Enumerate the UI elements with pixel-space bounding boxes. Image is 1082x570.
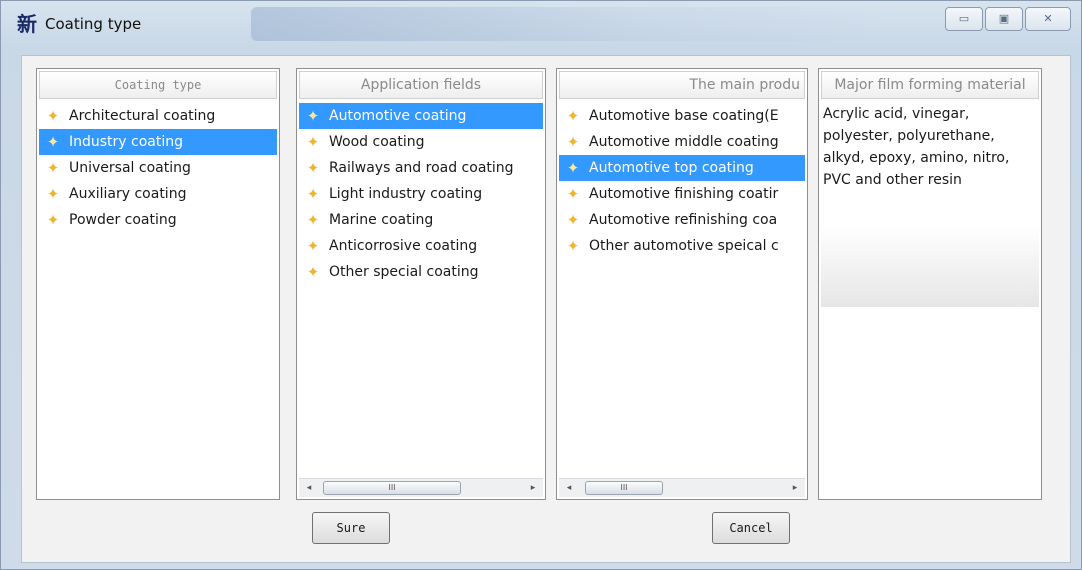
list-item-label: Anticorrosive coating — [329, 238, 478, 254]
list-item[interactable]: ✦ Marine coating — [299, 207, 543, 233]
star-icon: ✦ — [46, 185, 60, 203]
film-material-header[interactable]: Major film forming material — [821, 71, 1039, 99]
application-fields-panel: Application fields ✦ Automotive coating ✦… — [296, 68, 546, 500]
list-item[interactable]: ✦ Wood coating — [299, 129, 543, 155]
star-icon: ✦ — [566, 237, 580, 255]
star-icon: ✦ — [566, 107, 580, 125]
application-fields-list: ✦ Automotive coating ✦ Wood coating ✦ Railw… — [299, 103, 543, 285]
list-item-label: Automotive top coating — [589, 160, 754, 176]
list-item[interactable]: ✦ Railways and road coating — [299, 155, 543, 181]
title-bar-background — [251, 7, 901, 41]
dialog-body: Coating type ✦ Architectural coating ✦ Ind… — [21, 55, 1071, 563]
list-item-selected[interactable]: ✦ Industry coating — [39, 129, 277, 155]
horizontal-scrollbar[interactable]: ◂ III ▸ — [559, 478, 805, 497]
star-icon: ✦ — [306, 185, 320, 203]
star-icon: ✦ — [566, 211, 580, 229]
scroll-right-icon[interactable]: ▸ — [525, 479, 541, 497]
star-icon: ✦ — [306, 133, 320, 151]
list-item-label: Other special coating — [329, 264, 479, 280]
coating-type-header[interactable]: Coating type — [39, 71, 277, 99]
main-products-panel: The main produ ✦ Automotive base coating(… — [556, 68, 808, 500]
list-item-selected[interactable]: ✦ Automotive coating — [299, 103, 543, 129]
list-item-label: Automotive coating — [329, 108, 467, 124]
horizontal-scrollbar[interactable]: ◂ III ▸ — [299, 478, 543, 497]
star-icon: ✦ — [306, 211, 320, 229]
list-item-label: Marine coating — [329, 212, 434, 228]
coating-type-window: 新 Coating type ▭ ▣ ✕ Coating type ✦ Archi… — [0, 0, 1082, 570]
list-item-label: Architectural coating — [69, 108, 216, 124]
window-controls: ▭ ▣ ✕ — [945, 7, 1071, 33]
scrollbar-thumb[interactable]: III — [323, 481, 461, 495]
coating-type-list: ✦ Architectural coating ✦ Industry coating… — [39, 103, 277, 233]
app-icon: 新 — [17, 12, 37, 36]
star-icon: ✦ — [46, 211, 60, 229]
main-products-list: ✦ Automotive base coating(E ✦ Automotive m… — [559, 103, 805, 259]
list-item-label: Light industry coating — [329, 186, 483, 202]
list-item-label: Automotive refinishing coa — [589, 212, 778, 228]
list-item-selected[interactable]: ✦ Automotive top coating — [559, 155, 805, 181]
list-item[interactable]: ✦ Anticorrosive coating — [299, 233, 543, 259]
scrollbar-thumb[interactable]: III — [585, 481, 663, 495]
list-item[interactable]: ✦ Automotive refinishing coa — [559, 207, 805, 233]
scroll-right-icon[interactable]: ▸ — [787, 479, 803, 497]
scroll-left-icon[interactable]: ◂ — [301, 479, 317, 497]
cancel-button[interactable]: Cancel — [712, 512, 790, 544]
close-button[interactable]: ✕ — [1025, 7, 1071, 31]
star-icon: ✦ — [306, 107, 320, 125]
list-item[interactable]: ✦ Architectural coating — [39, 103, 277, 129]
star-icon: ✦ — [566, 185, 580, 203]
scroll-left-icon[interactable]: ◂ — [561, 479, 577, 497]
list-item[interactable]: ✦ Automotive base coating(E — [559, 103, 805, 129]
list-item[interactable]: ✦ Powder coating — [39, 207, 277, 233]
list-item-label: Wood coating — [329, 134, 425, 150]
list-item[interactable]: ✦ Other special coating — [299, 259, 543, 285]
list-item-label: Automotive finishing coatir — [589, 186, 779, 202]
sure-button[interactable]: Sure — [312, 512, 390, 544]
film-material-text: Acrylic acid, vinegar, polyester, polyur… — [821, 101, 1039, 307]
list-item-label: Universal coating — [69, 160, 191, 176]
title-bar[interactable]: 新 Coating type ▭ ▣ ✕ — [1, 1, 1081, 47]
star-icon: ✦ — [306, 237, 320, 255]
list-item-label: Other automotive speical c — [589, 238, 779, 254]
maximize-button[interactable]: ▣ — [985, 7, 1023, 31]
list-item[interactable]: ✦ Universal coating — [39, 155, 277, 181]
list-item-label: Automotive base coating(E — [589, 108, 779, 124]
star-icon: ✦ — [306, 263, 320, 281]
list-item[interactable]: ✦ Automotive finishing coatir — [559, 181, 805, 207]
star-icon: ✦ — [566, 159, 580, 177]
minimize-button[interactable]: ▭ — [945, 7, 983, 31]
star-icon: ✦ — [46, 133, 60, 151]
list-item-label: Railways and road coating — [329, 160, 514, 176]
film-material-panel: Major film forming material Acrylic acid… — [818, 68, 1042, 500]
list-item-label: Industry coating — [69, 134, 184, 150]
list-item[interactable]: ✦ Light industry coating — [299, 181, 543, 207]
main-products-header[interactable]: The main produ — [559, 71, 805, 99]
list-item[interactable]: ✦ Automotive middle coating — [559, 129, 805, 155]
coating-type-panel: Coating type ✦ Architectural coating ✦ Ind… — [36, 68, 280, 500]
window-title: Coating type — [45, 15, 142, 33]
list-item[interactable]: ✦ Other automotive speical c — [559, 233, 805, 259]
star-icon: ✦ — [46, 107, 60, 125]
application-fields-header[interactable]: Application fields — [299, 71, 543, 99]
star-icon: ✦ — [306, 159, 320, 177]
list-item-label: Auxiliary coating — [69, 186, 187, 202]
star-icon: ✦ — [46, 159, 60, 177]
list-item-label: Automotive middle coating — [589, 134, 779, 150]
star-icon: ✦ — [566, 133, 580, 151]
list-item[interactable]: ✦ Auxiliary coating — [39, 181, 277, 207]
list-item-label: Powder coating — [69, 212, 177, 228]
